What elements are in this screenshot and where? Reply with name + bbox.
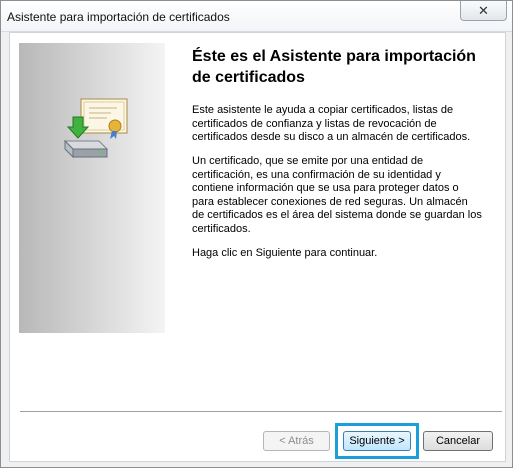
close-button[interactable]: ✕ xyxy=(460,1,507,21)
close-icon: ✕ xyxy=(478,2,489,18)
wizard-window: Asistente para importación de certificad… xyxy=(0,0,513,468)
button-divider xyxy=(20,411,502,413)
wizard-intro-text: Este asistente le ayuda a copiar certifi… xyxy=(192,104,471,143)
cancel-button[interactable]: Cancelar xyxy=(423,431,493,451)
wizard-content: Éste es el Asistente para importación de… xyxy=(9,32,506,462)
wizard-continue-instruction: Haga clic en Siguiente para continuar. xyxy=(192,247,378,259)
wizard-side-panel xyxy=(19,43,165,333)
certificate-import-icon xyxy=(63,98,128,159)
next-button[interactable]: Siguiente > xyxy=(343,431,411,451)
title-bar[interactable]: Asistente para importación de certificad… xyxy=(1,1,512,32)
wizard-heading: Éste es el Asistente para importación de… xyxy=(192,48,476,86)
wizard-certificate-description: Un certificado, que se emite por una ent… xyxy=(192,155,482,235)
back-button[interactable]: < Atrás xyxy=(263,431,330,451)
window-title: Asistente para importación de certificad… xyxy=(7,10,230,24)
